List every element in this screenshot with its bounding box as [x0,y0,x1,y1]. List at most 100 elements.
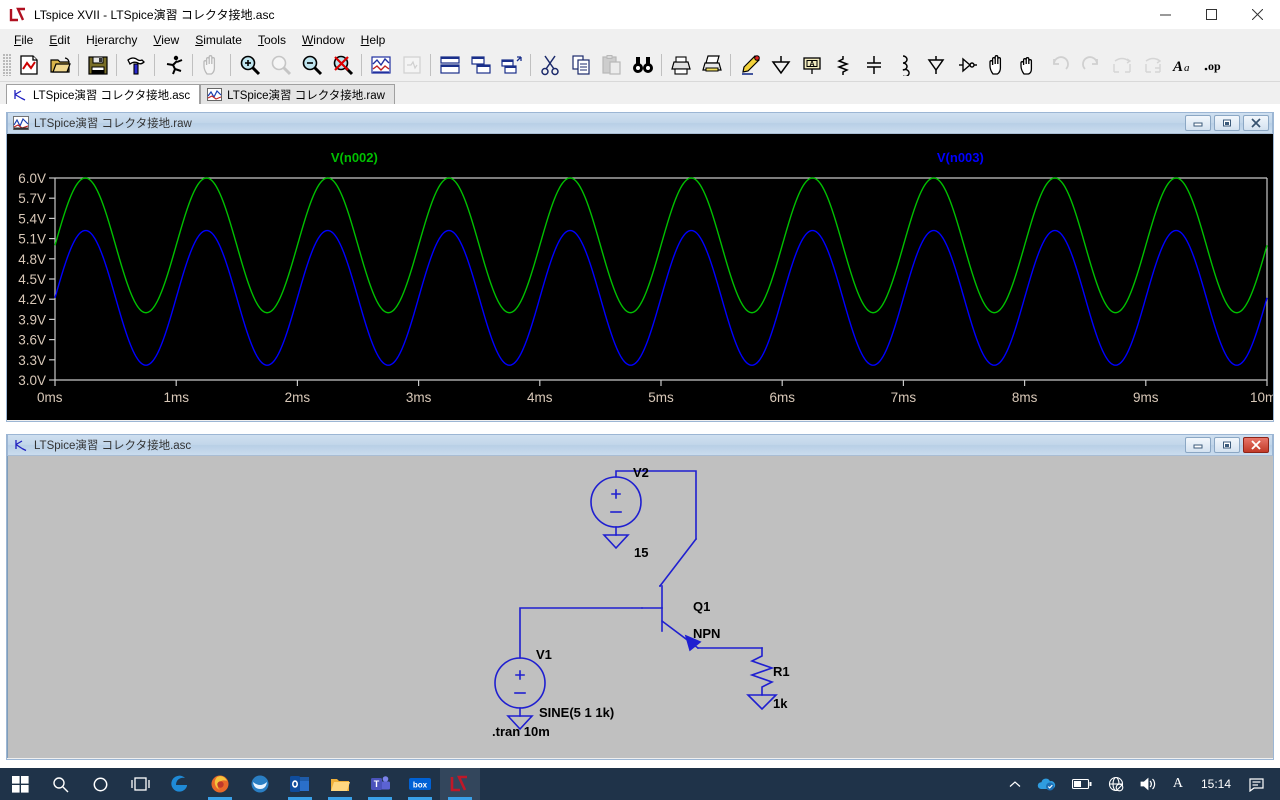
taskbar-clock[interactable]: 15:14 [1191,777,1241,791]
tab-schematic-asc[interactable]: LTSpice演習 コレクタ接地.asc [6,84,201,104]
print-icon[interactable] [665,50,696,80]
tab-waveform-raw[interactable]: LTSpice演習 コレクタ接地.raw [200,84,395,104]
schematic-maximize-button[interactable] [1214,437,1240,453]
teams-icon[interactable]: T [360,768,400,800]
menu-file[interactable]: File [6,31,41,49]
toolbar-grip[interactable] [3,54,11,76]
waveform-maximize-button[interactable] [1214,115,1240,131]
waveform-plot-svg[interactable]: 3.0V 3.3V 3.6V 3.9V 4.2V 4.5V 4.8V 5.1V 5.4V 5.7V… [7,134,1273,420]
redo-icon[interactable] [1075,50,1106,80]
thunderbird-icon[interactable] [240,768,280,800]
ltspice-icon[interactable] [440,768,480,800]
waveform-plot-canvas[interactable]: 3.0V 3.3V 3.6V 3.9V 4.2V 4.5V 4.8V 5.1V 5.4V 5.7V… [7,134,1273,420]
menu-simulate-label: imulate [203,32,242,47]
x-axis-tick-label: 0ms [37,390,63,405]
menubar: File Edit Hierarchy View Simulate Tools … [0,30,1280,49]
zoom-area-icon[interactable] [265,50,296,80]
label-net-icon[interactable]: A [796,50,827,80]
svg-text:box: box [413,781,428,790]
schematic-view-icon[interactable] [396,50,427,80]
schematic-svg[interactable] [8,456,1273,758]
toolbar-separator [154,54,155,76]
new-schematic-icon[interactable] [13,50,44,80]
drag-hand-icon[interactable] [1013,50,1044,80]
onedrive-icon[interactable] [1029,768,1064,800]
ground-icon[interactable] [765,50,796,80]
menu-window[interactable]: Window [294,31,353,49]
running-man-icon[interactable] [158,50,189,80]
component-icon[interactable] [951,50,982,80]
copy-icon[interactable] [565,50,596,80]
network-offline-icon[interactable] [1100,768,1132,800]
schematic-spice-directive[interactable]: .tran 10m [492,724,550,739]
edge-icon[interactable] [160,768,200,800]
mdi-client-area: LTSpice演習 コレクタ接地.raw 3.0V 3.3V 3.6V 3.9V 4.2… [0,104,1280,768]
tile-vertical-icon[interactable] [465,50,496,80]
zoom-fit-cancel-icon[interactable] [327,50,358,80]
cut-scissors-icon[interactable] [534,50,565,80]
waveform-view-icon[interactable] [365,50,396,80]
draw-pencil-icon[interactable] [734,50,765,80]
outlook-icon[interactable] [280,768,320,800]
window-close-button[interactable] [1234,0,1280,30]
window-minimize-button[interactable] [1142,0,1188,30]
schematic-label-q1-value[interactable]: NPN [693,626,720,641]
capacitor-icon[interactable] [858,50,889,80]
resistor-icon[interactable] [827,50,858,80]
search-icon[interactable] [40,768,80,800]
schematic-label-q1-ref[interactable]: Q1 [693,599,710,614]
zoom-out-icon[interactable] [296,50,327,80]
undo-icon[interactable] [1044,50,1075,80]
notifications-icon[interactable] [1241,768,1276,800]
menu-tools[interactable]: Tools [250,31,294,49]
volume-icon[interactable] [1132,768,1165,800]
mirror-icon[interactable] [1106,50,1137,80]
find-binoculars-icon[interactable] [627,50,658,80]
file-explorer-icon[interactable] [320,768,360,800]
firefox-icon[interactable] [200,768,240,800]
hand-pan-icon[interactable] [196,50,227,80]
schematic-canvas[interactable]: V2 15 Q1 NPN R1 1k V1 SINE(5 1 1k) .tran… [7,456,1273,758]
text-aa-icon[interactable]: A a [1168,50,1199,80]
zoom-in-icon[interactable] [234,50,265,80]
menu-simulate[interactable]: Simulate [187,31,250,49]
schematic-label-r1-ref[interactable]: R1 [773,664,790,679]
cortana-icon[interactable] [80,768,120,800]
menu-view[interactable]: View [145,31,187,49]
diode-icon[interactable] [920,50,951,80]
tile-horizontal-icon[interactable] [434,50,465,80]
start-windows-icon[interactable] [0,768,40,800]
window-maximize-button[interactable] [1188,0,1234,30]
menu-help[interactable]: Help [353,31,394,49]
schematic-window-titlebar[interactable]: LTSpice演習 コレクタ接地.asc [7,434,1273,456]
waveform-close-button[interactable] [1243,115,1269,131]
task-view-icon[interactable] [120,768,160,800]
save-floppy-icon[interactable] [82,50,113,80]
schematic-label-r1-value[interactable]: 1k [773,696,787,711]
print-preview-icon[interactable] [696,50,727,80]
schematic-label-v2-ref[interactable]: V2 [633,465,649,480]
waveform-window-titlebar[interactable]: LTSpice演習 コレクタ接地.raw [7,112,1273,134]
inductor-icon[interactable] [889,50,920,80]
menu-hierarchy[interactable]: Hierarchy [78,31,145,49]
show-hidden-icons-chevron[interactable] [1001,768,1029,800]
menu-edit[interactable]: Edit [41,31,78,49]
hammer-build-icon[interactable] [120,50,151,80]
cascade-icon[interactable] [496,50,527,80]
battery-icon[interactable] [1064,768,1100,800]
schematic-label-v1-value[interactable]: SINE(5 1 1k) [539,705,614,720]
plot-legend-label[interactable]: V(n002) [331,150,378,165]
schematic-label-v1-ref[interactable]: V1 [536,647,552,662]
schematic-label-v2-value[interactable]: 15 [634,545,648,560]
open-folder-icon[interactable] [44,50,75,80]
box-icon[interactable]: box [400,768,440,800]
waveform-minimize-button[interactable] [1185,115,1211,131]
plot-legend-label[interactable]: V(n003) [937,150,984,165]
schematic-minimize-button[interactable] [1185,437,1211,453]
paste-icon[interactable] [596,50,627,80]
spice-directive-icon[interactable]: op [1199,50,1230,80]
ime-language-icon[interactable]: A [1165,768,1191,800]
schematic-close-button[interactable] [1243,437,1269,453]
move-hand-icon[interactable] [982,50,1013,80]
rotate-icon[interactable] [1137,50,1168,80]
